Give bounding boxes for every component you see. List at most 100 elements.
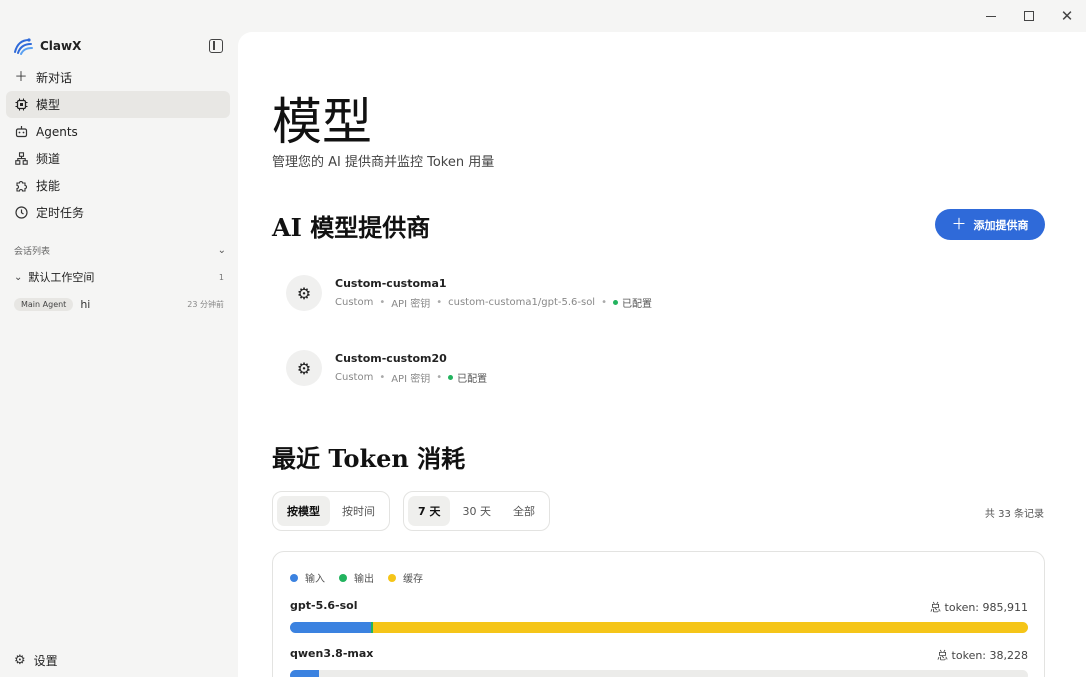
provider-status: 已配置 [457, 373, 488, 385]
agent-badge: Main Agent [14, 298, 74, 311]
workspace-name: 默认工作空间 [28, 271, 95, 284]
provider-meta: Custom • API 密钥 • 已配置 [335, 370, 487, 385]
app-brand: ClawX [12, 36, 81, 56]
tab-7-days[interactable]: 7 天 [408, 496, 451, 526]
minimize-button[interactable] [972, 0, 1010, 32]
legend-output-dot [339, 573, 347, 582]
add-provider-label: 添加提供商 [973, 218, 1029, 232]
legend-output: 输出 [339, 570, 374, 585]
providers-section-title: AI 模型提供商 [272, 213, 431, 242]
sidebar-item-label: 新对话 [36, 71, 73, 85]
provider-card[interactable]: ⚙ Custom-custom20 Custom • API 密钥 • 已配置 [286, 348, 786, 388]
close-icon: ✕ [1060, 7, 1074, 25]
maximize-icon [1024, 11, 1034, 21]
status-dot [613, 299, 618, 305]
sidebar-item-label: 技能 [36, 179, 61, 193]
collapse-all-icon[interactable]: ⌄ [218, 245, 226, 256]
provider-type: Custom [335, 371, 374, 383]
chat-timestamp: 23 分钟前 [187, 300, 224, 309]
plus-icon: ＋ [951, 215, 967, 233]
legend-label: 输出 [354, 574, 374, 585]
tab-30-days[interactable]: 30 天 [452, 496, 501, 526]
usage-section-title: 最近 Token 消耗 [272, 444, 466, 473]
workspace-row[interactable]: ⌄ 默认工作空间 1 [14, 269, 224, 285]
usage-total: 总 token: 985,911 [930, 601, 1028, 614]
separator-dot: • [379, 371, 386, 383]
provider-status: 已配置 [622, 298, 652, 310]
separator-dot: • [601, 296, 607, 308]
tab-by-time[interactable]: 按时间 [332, 496, 385, 526]
status-dot [448, 374, 454, 380]
sidebar-nav: ＋ 新对话 模型 Agents 频道 技能 定时任务 [6, 64, 230, 226]
legend-cache: 缓存 [388, 570, 423, 585]
main-panel: 模型 管理您的 AI 提供商并监控 Token 用量 AI 模型提供商 ＋ 添加… [238, 32, 1086, 677]
separator-dot: • [436, 296, 443, 308]
provider-auth: API 密钥 [391, 298, 431, 310]
gear-icon: ⚙ [286, 350, 322, 386]
tab-all[interactable]: 全部 [503, 496, 545, 526]
gear-icon: ⚙ [286, 275, 322, 311]
usage-bar [290, 670, 1028, 677]
time-range-toggle: 7 天 30 天 全部 [403, 491, 550, 531]
bar-cache-segment [373, 622, 1028, 633]
group-by-toggle: 按模型 按时间 [272, 491, 390, 531]
clock-icon [14, 206, 28, 220]
tab-by-model[interactable]: 按模型 [277, 496, 330, 526]
provider-model: custom-customa1/gpt-5.6-sol [448, 296, 596, 308]
separator-dot: • [379, 296, 386, 308]
gear-icon: ⚙ [14, 653, 26, 668]
chat-session-item[interactable]: Main Agent hi 23 分钟前 [14, 298, 224, 311]
legend-input: 输入 [290, 570, 325, 585]
chevron-down-icon: ⌄ [14, 271, 23, 283]
token-usage-card: 输入 输出 缓存 gpt-5.6-sol 总 token: 985,911 qw… [272, 551, 1045, 677]
close-button[interactable]: ✕ [1048, 0, 1086, 32]
legend-label: 输入 [305, 574, 325, 585]
legend-label: 缓存 [403, 574, 423, 585]
sidebar-item-models[interactable]: 模型 [6, 91, 230, 118]
record-count: 共 33 条记录 [984, 509, 1044, 520]
sidebar-collapse-button[interactable] [209, 39, 223, 53]
sidebar: ClawX ＋ 新对话 模型 Agents 频道 技能 定时任务 会话列表 ⌄ … [0, 0, 238, 677]
provider-auth: API 密钥 [391, 373, 431, 385]
legend-input-dot [290, 573, 298, 582]
sidebar-item-label: Agents [36, 124, 78, 139]
usage-model-name: qwen3.8-max [290, 647, 374, 660]
sidebar-item-label: 频道 [36, 152, 61, 166]
sidebar-item-scheduled-tasks[interactable]: 定时任务 [6, 199, 230, 226]
session-list-header: 会话列表 ⌄ [14, 244, 226, 257]
provider-meta: Custom • API 密钥 • custom-customa1/gpt-5.… [335, 295, 652, 310]
add-provider-button[interactable]: ＋ 添加提供商 [935, 209, 1045, 240]
legend-cache-dot [388, 573, 396, 582]
sidebar-item-skills[interactable]: 技能 [6, 172, 230, 199]
sidebar-item-label: 定时任务 [36, 206, 85, 220]
minimize-icon [986, 15, 996, 17]
robot-icon [14, 125, 28, 139]
usage-total: 总 token: 38,228 [937, 649, 1028, 662]
maximize-button[interactable] [1010, 0, 1048, 32]
usage-row: qwen3.8-max 总 token: 38,228 [290, 647, 1028, 677]
settings-button[interactable]: ⚙ 设置 [14, 652, 58, 669]
usage-row: gpt-5.6-sol 总 token: 985,911 [290, 599, 1028, 633]
provider-name: Custom-customa1 [335, 276, 447, 290]
sidebar-item-channels[interactable]: 频道 [6, 145, 230, 172]
separator-dot: • [436, 371, 443, 383]
sidebar-item-agents[interactable]: Agents [6, 118, 230, 145]
app-name: ClawX [40, 39, 82, 53]
bar-input-segment [290, 670, 319, 677]
page-title: 模型 [272, 93, 372, 151]
cpu-icon [14, 98, 28, 112]
sidebar-item-label: 模型 [36, 98, 61, 112]
bar-input-segment [290, 622, 372, 633]
provider-name: Custom-custom20 [335, 351, 447, 365]
provider-card[interactable]: ⚙ Custom-customa1 Custom • API 密钥 • cust… [286, 273, 786, 313]
puzzle-icon [14, 179, 28, 193]
network-icon [14, 152, 28, 166]
workspace-count: 1 [218, 272, 224, 282]
sidebar-item-new-chat[interactable]: ＋ 新对话 [6, 64, 230, 91]
usage-model-name: gpt-5.6-sol [290, 599, 358, 612]
usage-bar [290, 622, 1028, 633]
chat-title: hi [80, 298, 91, 311]
usage-legend: 输入 输出 缓存 [290, 570, 423, 585]
page-subtitle: 管理您的 AI 提供商并监控 Token 用量 [272, 155, 495, 170]
plus-icon: ＋ [14, 70, 28, 85]
